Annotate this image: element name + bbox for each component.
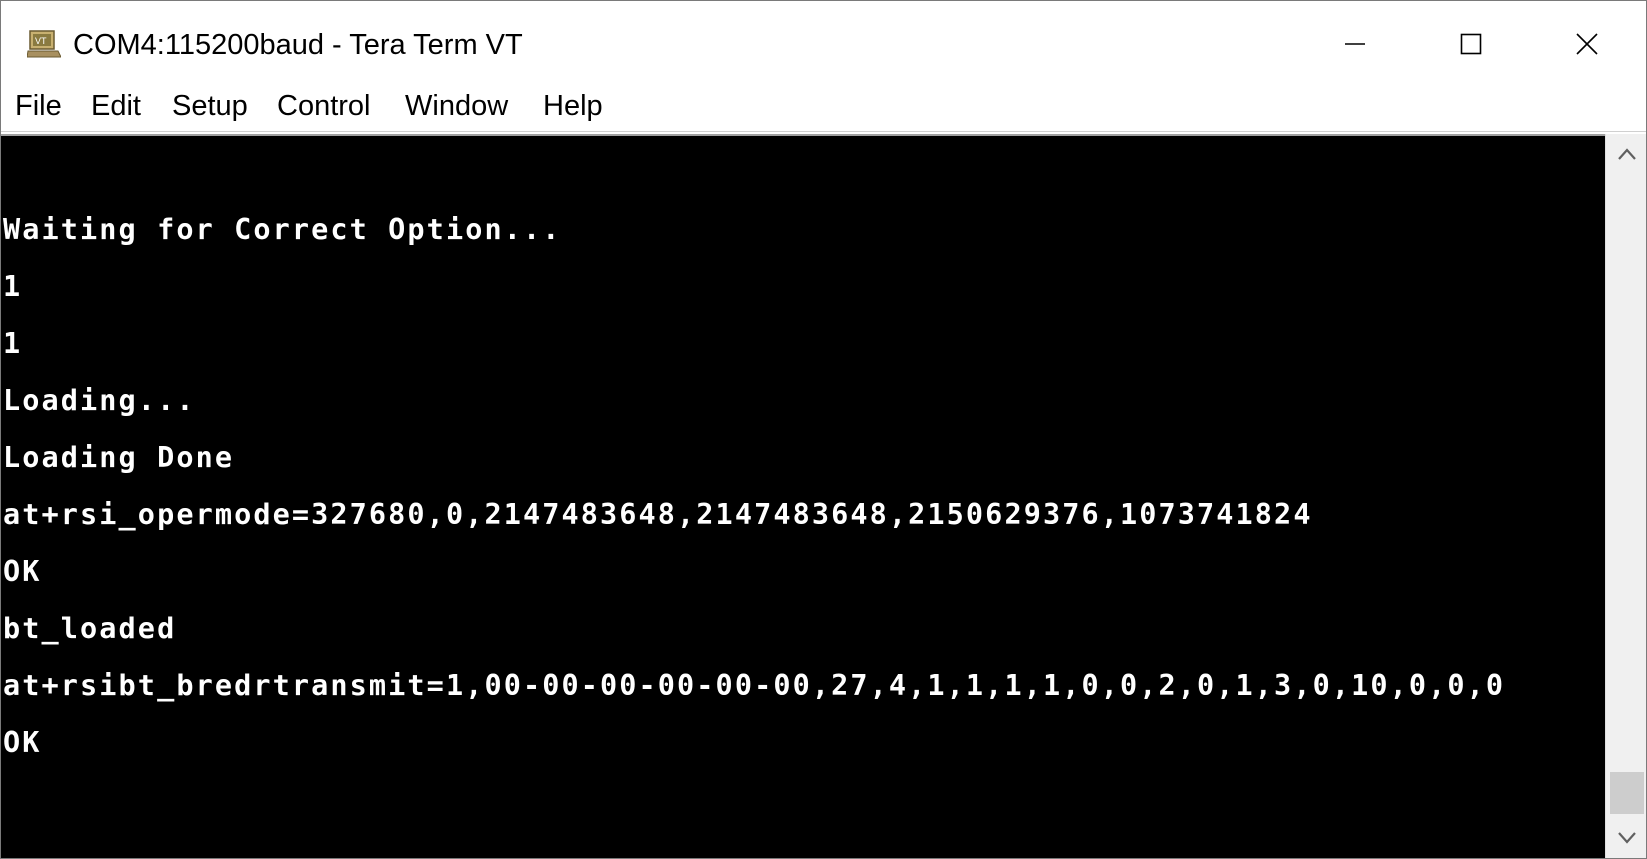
close-button[interactable]: [1529, 1, 1645, 87]
menu-window[interactable]: Window: [405, 87, 508, 131]
terminal-line: OK: [3, 555, 42, 588]
tera-term-app-icon[interactable]: VT: [27, 27, 61, 59]
chevron-down-icon: [1617, 832, 1636, 844]
maximize-button[interactable]: [1413, 1, 1529, 87]
terminal-line: Loading...: [3, 384, 196, 417]
terminal-output[interactable]: Waiting for Correct Option... 1 1 Loadin…: [1, 134, 1605, 858]
chevron-up-icon: [1617, 148, 1636, 160]
menu-bar: File Edit Setup Control Window Help: [1, 87, 1646, 132]
terminal-line: OK: [3, 726, 42, 759]
close-icon: [1576, 33, 1598, 55]
scroll-up-button[interactable]: [1606, 134, 1646, 174]
scroll-thumb[interactable]: [1610, 772, 1644, 814]
scroll-down-button[interactable]: [1606, 818, 1646, 858]
window-title: COM4:115200baud - Tera Term VT: [73, 29, 523, 61]
menu-help[interactable]: Help: [543, 87, 603, 131]
menu-file[interactable]: File: [15, 87, 62, 131]
tera-term-window: VT COM4:115200baud - Tera Term VT File E…: [0, 0, 1647, 859]
maximize-icon: [1460, 33, 1482, 55]
terminal-line: Waiting for Correct Option...: [3, 213, 562, 246]
vertical-scrollbar[interactable]: [1605, 134, 1646, 858]
terminal-line: bt_loaded: [3, 612, 177, 645]
minimize-button[interactable]: [1297, 1, 1413, 87]
terminal-line: at+rsi_opermode=327680,0,2147483648,2147…: [3, 498, 1313, 531]
terminal-line: 1: [3, 327, 23, 360]
terminal-line: at+rsibt_bredrtransmit=1,00-00-00-00-00-…: [3, 669, 1506, 702]
menu-control[interactable]: Control: [277, 87, 371, 131]
terminal-line: Loading Done: [3, 441, 235, 474]
svg-text:VT: VT: [35, 36, 47, 46]
menu-setup[interactable]: Setup: [172, 87, 248, 131]
minimize-icon: [1345, 43, 1365, 45]
title-bar[interactable]: VT COM4:115200baud - Tera Term VT: [1, 1, 1646, 87]
terminal-line: 1: [3, 270, 23, 303]
menu-edit[interactable]: Edit: [91, 87, 141, 131]
